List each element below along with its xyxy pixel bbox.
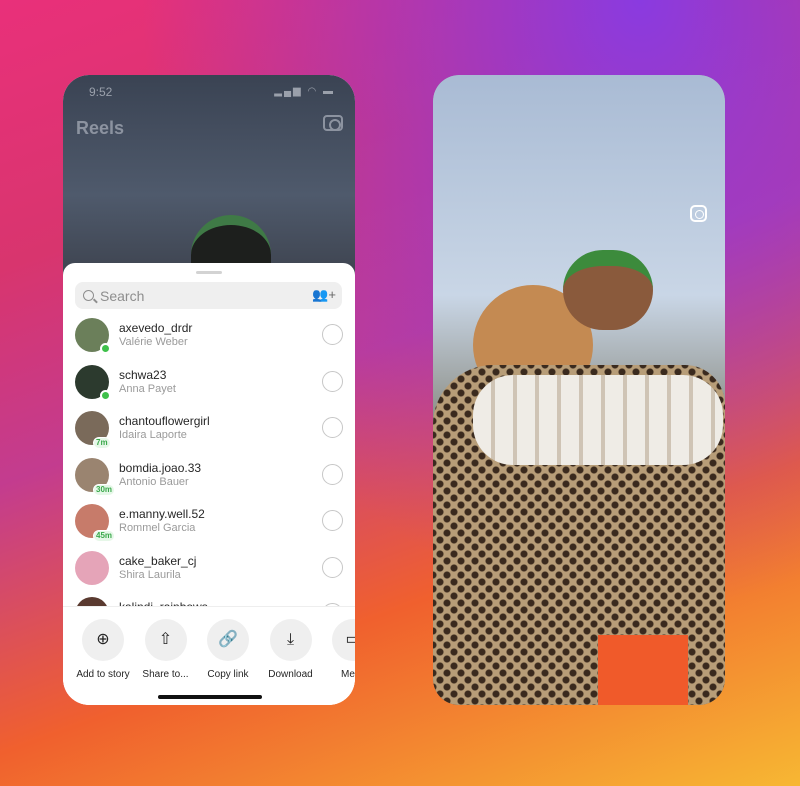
contact-row[interactable]: 30m bomdia.joao.33 Antonio Bauer (75, 457, 343, 498)
contact-username: bomdia.joao.33 (119, 460, 202, 475)
home-indicator (158, 695, 262, 699)
action-add-story[interactable]: ⊕ Add to story (72, 619, 134, 681)
contact-name: Anna Payet (119, 382, 176, 395)
action-label: Add to story (76, 669, 130, 680)
action-label: Download (268, 669, 313, 680)
page-title: Reels (76, 118, 125, 138)
action-link[interactable]: 🔗 Copy link (197, 619, 259, 681)
contact-name: Valérie Weber (119, 336, 188, 348)
active-time-badge: 45m (93, 530, 116, 542)
select-radio[interactable] (322, 510, 343, 531)
contact-username: chantouflowergirl (119, 414, 210, 428)
add-people-icon[interactable]: 👥+ (312, 287, 336, 303)
status-time: 9:52 (89, 85, 113, 99)
select-radio[interactable] (322, 463, 343, 485)
contact-name: Antonio Bauer (119, 475, 189, 488)
select-radio[interactable] (322, 417, 343, 438)
photo-face (563, 250, 653, 330)
active-time-badge: 30m (93, 483, 116, 496)
select-radio[interactable] (322, 370, 343, 392)
contact-name: Shira Laurila (119, 568, 181, 581)
camera-icon[interactable] (323, 115, 343, 131)
contact-name: Idaira Laporte (119, 429, 187, 441)
search-input[interactable]: Search 👥+ (75, 282, 342, 309)
signal-wifi-battery-icon: ▂▄▆ ◠ ▬ (274, 86, 335, 97)
search-placeholder: Search (100, 287, 145, 304)
contact-row[interactable]: schwa23 Anna Payet (75, 364, 343, 405)
contact-username: axevedo_drdr (119, 321, 193, 335)
photo-plaid-sleeve (473, 375, 723, 465)
select-radio[interactable] (322, 556, 343, 578)
action-download[interactable]: ⤓ Download (260, 619, 322, 681)
avatar (75, 550, 109, 585)
search-icon (83, 290, 94, 301)
add-story-icon[interactable]: ⊕ (82, 619, 124, 661)
contact-row[interactable]: 7m chantouflowergirl Idaira Laporte (75, 411, 343, 451)
contact-username: e.manny.well.52 (119, 507, 205, 521)
share-sheet-phone: 9:52 ▂▄▆ ◠ ▬ Reels Search 👥+ axevedo_drd… (63, 75, 355, 705)
photo-red-shirt (598, 635, 688, 705)
contact-row[interactable]: axevedo_drdr Valérie Weber (75, 318, 343, 358)
contact-name: Rommel Garcia (119, 522, 196, 534)
link-icon[interactable]: 🔗 (207, 619, 249, 661)
contact-row[interactable]: 45m e.manny.well.52 Rommel Garcia (75, 504, 343, 544)
contact-row[interactable]: cake_baker_cj Shira Laurila (75, 550, 343, 591)
share-sheet: Search 👥+ axevedo_drdr Valérie Weber sch… (63, 263, 355, 705)
stage: 9:52 ▂▄▆ ◠ ▬ Reels Search 👥+ axevedo_drd… (0, 0, 800, 786)
instagram-watermark-icon (690, 205, 707, 222)
contact-username: cake_baker_cj (119, 553, 197, 568)
contact-username: schwa23 (119, 367, 167, 382)
action-share[interactable]: ⇧ Share to... (135, 619, 197, 681)
share-icon[interactable]: ⇧ (144, 619, 187, 661)
action-label: Copy link (207, 669, 249, 680)
reel-video-background: 9:52 ▂▄▆ ◠ ▬ Reels (63, 75, 355, 275)
active-time-badge: 7m (93, 437, 111, 449)
online-indicator (100, 343, 111, 354)
download-icon[interactable]: ⤓ (269, 619, 312, 661)
reel-preview-phone (433, 75, 725, 705)
online-indicator (100, 389, 111, 401)
sheet-drag-handle[interactable] (196, 271, 222, 274)
action-label: Share to... (142, 669, 189, 680)
share-actions-bar: ⊕ Add to story ⇧ Share to... 🔗 Copy link ⤓ Down… (63, 606, 355, 705)
select-radio[interactable] (322, 324, 343, 345)
